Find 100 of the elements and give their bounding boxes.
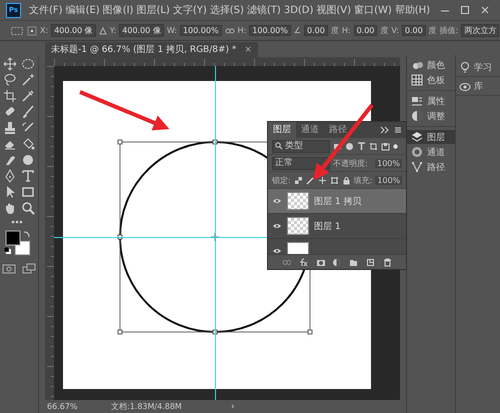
eye-icon[interactable] bbox=[272, 223, 282, 229]
blend-mode-dropdown[interactable]: 正常 bbox=[272, 156, 330, 170]
type-filter-icon[interactable] bbox=[357, 142, 366, 150]
menu-item[interactable]: 编辑(E) bbox=[66, 3, 100, 17]
menu-item[interactable]: 帮助(H) bbox=[394, 3, 430, 17]
magic-wand-icon[interactable] bbox=[21, 73, 35, 87]
zoom-icon[interactable] bbox=[21, 201, 35, 215]
input-field[interactable]: 0.00 bbox=[304, 25, 328, 36]
sponge-icon[interactable] bbox=[21, 153, 35, 167]
filter-dropdown[interactable]: 类型 bbox=[272, 140, 330, 152]
shape-filter-icon[interactable] bbox=[369, 142, 378, 150]
panel-tab[interactable]: 图层 bbox=[268, 122, 296, 138]
dock-tab[interactable]: 路径 bbox=[407, 160, 455, 174]
dock-tab[interactable]: 调整 bbox=[407, 109, 455, 123]
input-field[interactable]: 400.00 像 bbox=[119, 24, 164, 37]
quick-mask-icon[interactable] bbox=[2, 263, 16, 275]
bucket-icon[interactable] bbox=[21, 137, 35, 151]
trash-icon[interactable] bbox=[382, 258, 392, 266]
input-field[interactable]: 两次立方 bbox=[461, 24, 500, 37]
dock-tab[interactable]: 属性 bbox=[407, 94, 455, 108]
new-layer-icon[interactable] bbox=[366, 258, 376, 266]
type-icon[interactable] bbox=[21, 169, 35, 183]
close-icon[interactable] bbox=[480, 5, 490, 15]
lock-icon[interactable] bbox=[342, 176, 351, 184]
dock-tab[interactable]: 学习 bbox=[456, 58, 500, 77]
dock-tab[interactable]: 通道 bbox=[407, 145, 455, 159]
layers-icon bbox=[411, 131, 423, 143]
move-icon[interactable] bbox=[3, 57, 17, 71]
adjustment-filter-icon[interactable] bbox=[345, 142, 354, 150]
adjustments-icon bbox=[411, 110, 423, 122]
smudge-icon[interactable] bbox=[3, 153, 17, 167]
menu-item[interactable]: 图像(I) bbox=[102, 3, 134, 17]
input-field[interactable]: 400.00 像 bbox=[51, 24, 96, 37]
mask-icon[interactable] bbox=[316, 258, 325, 266]
menu-item[interactable]: 文字(Y) bbox=[172, 3, 207, 17]
unit-label: 度 bbox=[330, 25, 339, 36]
adjustment-icon[interactable] bbox=[332, 258, 342, 266]
input-field[interactable]: 0.00 bbox=[402, 25, 426, 36]
lightbulb-icon bbox=[459, 61, 471, 73]
layer-row[interactable]: 图层 1 bbox=[268, 214, 406, 239]
opacity-field[interactable]: 100% bbox=[375, 158, 402, 168]
rectangle-icon[interactable] bbox=[21, 185, 35, 199]
field-label: 填充: bbox=[354, 174, 372, 186]
transform-icon[interactable] bbox=[10, 26, 24, 36]
field-label: 不透明度: bbox=[333, 158, 368, 168]
center-point-icon[interactable] bbox=[210, 232, 220, 242]
eye-icon[interactable] bbox=[272, 198, 282, 204]
panel-tab[interactable]: 通道 bbox=[296, 122, 324, 138]
fill-field[interactable]: 100% bbox=[375, 176, 402, 184]
field-label: V: bbox=[391, 26, 399, 35]
folder-icon[interactable] bbox=[349, 258, 358, 266]
filter-toggle-icon[interactable] bbox=[393, 144, 398, 148]
lock-pixels-icon[interactable] bbox=[306, 176, 315, 184]
input-field[interactable]: 100.00% bbox=[249, 25, 291, 36]
menu-item[interactable]: 视图(V) bbox=[316, 3, 352, 17]
smart-object-filter-icon[interactable] bbox=[381, 142, 390, 150]
dock-tab[interactable]: 色板 bbox=[407, 73, 455, 87]
lock-position-icon[interactable] bbox=[318, 176, 327, 184]
lock-artboard-icon[interactable] bbox=[330, 176, 339, 184]
document-title: 未标题-1 @ 66.7% (图层 1 拷贝, RGB/8#) * bbox=[51, 44, 236, 56]
document-tab[interactable]: 未标题-1 @ 66.7% (图层 1 拷贝, RGB/8#) * × bbox=[45, 42, 258, 57]
field-label: W: bbox=[166, 26, 177, 35]
paths-icon bbox=[411, 161, 423, 173]
menu-item[interactable]: 文件(F) bbox=[29, 3, 63, 17]
brush-icon[interactable] bbox=[21, 105, 35, 119]
collapse-icon[interactable] bbox=[380, 126, 390, 134]
eye-icon[interactable] bbox=[272, 248, 282, 254]
hand-icon[interactable] bbox=[3, 201, 17, 215]
zoom-level: 66.67% bbox=[46, 402, 79, 411]
lasso-icon[interactable] bbox=[3, 73, 17, 87]
eyedropper-icon[interactable] bbox=[21, 89, 35, 103]
dock-tab[interactable]: 图层 bbox=[407, 130, 455, 144]
close-tab-button[interactable]: × bbox=[244, 44, 252, 54]
dock-tab[interactable]: 库 bbox=[456, 77, 500, 96]
crop-icon[interactable] bbox=[3, 89, 17, 103]
unit-label: 度 bbox=[428, 25, 437, 36]
field-label: 锁定: bbox=[272, 174, 291, 186]
ellipse-marquee-icon[interactable] bbox=[21, 57, 35, 71]
field-label: H: bbox=[342, 26, 351, 35]
screen-mode-icon[interactable] bbox=[22, 263, 36, 275]
pen-icon[interactable] bbox=[3, 169, 17, 183]
menu-item[interactable]: 图层(L) bbox=[136, 3, 170, 17]
stamp-icon[interactable] bbox=[3, 121, 17, 135]
menu-item[interactable]: 窗口(W) bbox=[354, 3, 392, 17]
menu-item[interactable]: 选择(S) bbox=[210, 3, 244, 17]
menu-icon[interactable] bbox=[394, 126, 402, 134]
menu-item[interactable]: 3D(D) bbox=[284, 4, 314, 16]
layer-name: 图层 1 拷贝 bbox=[314, 196, 362, 208]
maximize-icon[interactable] bbox=[460, 5, 470, 15]
link-icon[interactable] bbox=[224, 28, 235, 34]
layer-row[interactable]: 图层 1 拷贝 bbox=[268, 189, 406, 214]
reference-point-icon[interactable] bbox=[27, 26, 37, 36]
fx-icon[interactable] bbox=[298, 258, 308, 266]
input-field[interactable]: 0.00 bbox=[354, 25, 378, 36]
dock-tab[interactable]: 颜色 bbox=[407, 58, 455, 72]
panel-tab[interactable]: 路径 bbox=[324, 122, 352, 138]
menu-item[interactable]: 滤镜(T) bbox=[246, 3, 281, 17]
input-field[interactable]: 100.00% bbox=[180, 25, 222, 36]
layer-name: 图层 1 bbox=[314, 220, 341, 232]
status-menu-arrow[interactable]: › bbox=[231, 402, 235, 412]
